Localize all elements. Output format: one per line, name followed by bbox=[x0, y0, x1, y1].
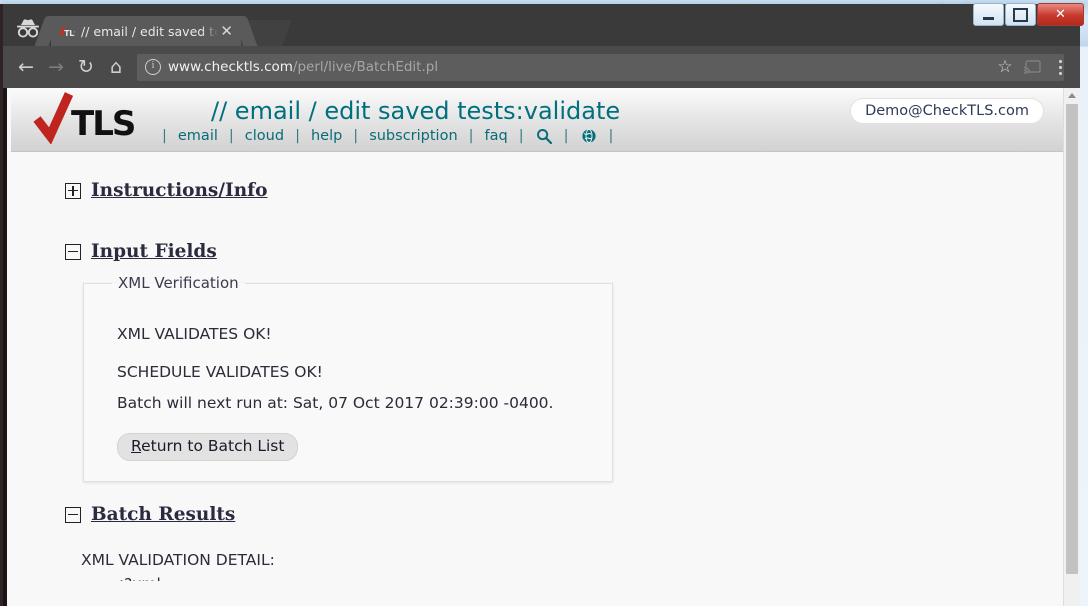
site-navigation: | email | cloud | help | subscription | … bbox=[151, 127, 624, 145]
scrollbar-thumb[interactable] bbox=[1066, 104, 1078, 574]
url-path: /perl/live/BatchEdit.pl bbox=[292, 59, 439, 75]
web-page: TLS // email / edit saved tests:validate… bbox=[11, 88, 1064, 606]
section-label-instructions[interactable]: Instructions/Info bbox=[91, 180, 267, 201]
cast-icon[interactable] bbox=[1020, 54, 1044, 80]
checktls-logo[interactable]: TLS bbox=[33, 92, 136, 145]
nav-separator: | bbox=[353, 128, 359, 144]
url-text: www.checktls.com/perl/live/BatchEdit.pl bbox=[168, 59, 438, 75]
page-title: // email / edit saved tests:validate bbox=[211, 97, 621, 125]
nav-separator: | bbox=[162, 128, 167, 144]
menu-dot bbox=[1058, 65, 1062, 69]
xml-verification-body: XML VALIDATES OK! SCHEDULE VALIDATES OK!… bbox=[84, 292, 612, 462]
xml-validation-detail-heading: XML VALIDATION DETAIL: bbox=[81, 551, 275, 569]
svg-text:TLS: TLS bbox=[64, 29, 75, 38]
browser-window: TLS // email / edit saved tests ✕ ← → ↻ … bbox=[0, 4, 1080, 606]
home-button[interactable]: ⌂ bbox=[101, 52, 131, 82]
tab-strip: TLS // email / edit saved tests ✕ bbox=[3, 4, 1080, 46]
chevron-up-icon bbox=[1068, 92, 1076, 98]
back-button[interactable]: ← bbox=[11, 52, 41, 82]
logo-text: TLS bbox=[71, 104, 136, 144]
background-maximize-button[interactable] bbox=[1005, 3, 1036, 26]
incognito-icon bbox=[13, 16, 43, 40]
globe-icon[interactable] bbox=[580, 127, 598, 145]
section-input-fields[interactable]: Input Fields bbox=[11, 241, 1064, 262]
nav-separator: | bbox=[518, 128, 524, 144]
site-info-icon[interactable]: i bbox=[145, 59, 161, 75]
checktls-favicon: TLS bbox=[58, 24, 79, 38]
scroll-up-button[interactable] bbox=[1064, 88, 1080, 102]
button-label-rest: eturn to Batch List bbox=[141, 436, 285, 455]
nav-separator: | bbox=[608, 128, 614, 144]
browser-tab[interactable]: TLS // email / edit saved tests ✕ bbox=[51, 16, 241, 46]
forward-button[interactable]: → bbox=[41, 52, 71, 82]
site-header: TLS // email / edit saved tests:validate… bbox=[11, 88, 1064, 152]
reload-button[interactable]: ↻ bbox=[71, 52, 101, 82]
next-run-message: Batch will next run at: Sat, 07 Oct 2017… bbox=[117, 393, 554, 412]
tab-title: // email / edit saved tests bbox=[81, 23, 218, 39]
url-host: www.checktls.com bbox=[168, 59, 293, 75]
nav-separator: | bbox=[563, 128, 569, 144]
minus-horizontal bbox=[68, 250, 78, 253]
nav-separator: | bbox=[295, 128, 300, 144]
nav-separator: | bbox=[228, 128, 234, 144]
bookmark-star-icon[interactable]: ☆ bbox=[992, 54, 1018, 80]
search-icon[interactable] bbox=[535, 127, 553, 145]
close-icon[interactable]: ✕ bbox=[220, 23, 233, 39]
plus-box-icon[interactable] bbox=[65, 182, 81, 199]
user-account-badge[interactable]: Demo@CheckTLS.com bbox=[850, 98, 1044, 124]
return-to-batch-list-button[interactable]: Return to Batch List bbox=[117, 432, 299, 462]
background-window-controls: ✕ bbox=[973, 3, 1084, 26]
minus-box-icon[interactable] bbox=[65, 506, 81, 523]
background-close-button[interactable]: ✕ bbox=[1037, 3, 1084, 26]
xml-verification-panel: XML Verification XML VALIDATES OK! SCHED… bbox=[83, 274, 613, 482]
nav-item-faq[interactable]: faq bbox=[485, 128, 508, 144]
section-label-batch-results[interactable]: Batch Results bbox=[91, 504, 235, 525]
page-scrollbar[interactable] bbox=[1063, 88, 1080, 606]
browser-menu-button[interactable] bbox=[1048, 54, 1072, 80]
background-minimize-button[interactable] bbox=[973, 3, 1004, 26]
nav-item-email[interactable]: email bbox=[178, 128, 218, 144]
nav-item-subscription[interactable]: subscription bbox=[369, 128, 457, 144]
section-label-input-fields[interactable]: Input Fields bbox=[91, 241, 217, 262]
plus-vertical bbox=[72, 185, 74, 196]
address-bar[interactable]: i www.checktls.com/perl/live/BatchEdit.p… bbox=[137, 53, 1064, 81]
accesskey-letter: R bbox=[131, 436, 142, 455]
menu-dot bbox=[1058, 71, 1062, 75]
xml-validates-message: XML VALIDATES OK! bbox=[117, 325, 272, 343]
page-viewport: TLS // email / edit saved tests:validate… bbox=[3, 88, 1080, 606]
browser-toolbar: ← → ↻ ⌂ i www.checktls.com/perl/live/Bat… bbox=[3, 46, 1080, 88]
xml-verification-wrapper: XML Verification XML VALIDATES OK! SCHED… bbox=[11, 274, 1064, 504]
schedule-validates-message: SCHEDULE VALIDATES OK! bbox=[117, 363, 323, 382]
page-content: Instructions/Info Input Fields XML Verif… bbox=[11, 180, 1064, 581]
nav-item-cloud[interactable]: cloud bbox=[245, 128, 284, 144]
minus-horizontal bbox=[68, 513, 78, 516]
section-batch-results[interactable]: Batch Results bbox=[11, 504, 1064, 525]
nav-separator: | bbox=[468, 128, 474, 144]
minus-box-icon[interactable] bbox=[65, 243, 81, 260]
nav-item-help[interactable]: help bbox=[311, 128, 342, 144]
section-instructions[interactable]: Instructions/Info bbox=[11, 180, 1064, 201]
xml-verification-legend: XML Verification bbox=[118, 274, 239, 292]
xml-validation-detail-line: <?xml bbox=[11, 575, 1064, 581]
menu-dot bbox=[1058, 59, 1062, 63]
